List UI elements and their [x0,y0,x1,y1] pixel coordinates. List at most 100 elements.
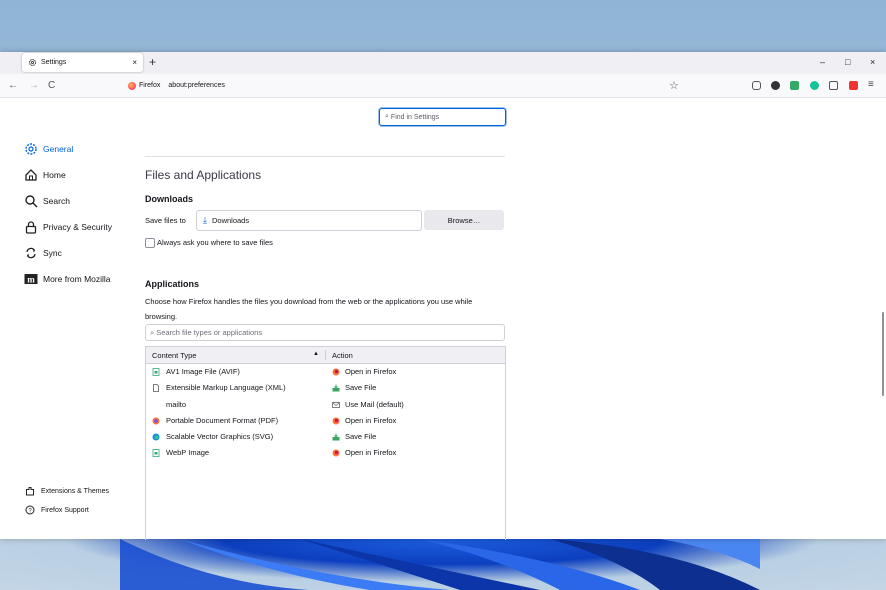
action-label: Use Mail (default) [345,399,404,409]
content-type-label: mailto [166,399,187,409]
column-action[interactable]: Action [332,351,353,360]
new-tab-button[interactable]: + [149,55,156,69]
minimize-button[interactable]: – [820,57,825,67]
image-file-icon [152,368,160,376]
browser-window: Settings × + – □ × ← → C Firefox about:p… [0,52,886,540]
file-type-search-input[interactable]: ⌕ Search file types or applications [145,324,505,341]
table-row[interactable]: Portable Document Format (PDF) Open in F… [146,413,505,429]
sidebar-item-privacy[interactable]: Privacy & Security [24,220,112,234]
page-scrollbar[interactable] [882,312,884,396]
extension-icon[interactable] [829,81,838,90]
firefox-icon [332,417,340,425]
url-brand: Firefox [139,82,161,89]
browse-button[interactable]: Browse… [424,210,504,230]
sidebar-item-label: Home [43,170,66,180]
column-separator [325,350,326,360]
table-row[interactable]: WebP Image Open in Firefox [146,445,505,461]
firefox-icon [332,368,340,376]
url-text: about:preferences [168,82,225,89]
content-type-label: Extensible Markup Language (XML) [166,383,286,393]
save-files-label: Save files to [145,216,186,225]
table-row[interactable]: AV1 Image File (AVIF) Open in Firefox [146,364,505,380]
applications-heading: Applications [145,279,200,289]
tab-bar: Settings × + – □ × [0,52,886,74]
bookmark-star-icon[interactable]: ☆ [669,79,679,92]
table-row[interactable]: Scalable Vector Graphics (SVG) Save File [146,429,505,445]
extension-icon[interactable] [790,81,799,90]
forward-button[interactable]: → [29,80,39,91]
image-file-icon [152,449,160,458]
sidebar-firefox-support[interactable]: ? Firefox Support [25,505,89,515]
pdf-icon [152,417,160,425]
sidebar-item-label: Privacy & Security [43,222,112,232]
search-icon [25,195,38,208]
action-label: Open in Firefox [345,448,397,458]
firefox-icon [332,449,340,457]
content-type-label: WebP Image [166,448,210,458]
document-icon [153,384,159,393]
content-type-label: AV1 Image File (AVIF) [166,367,240,376]
edge-icon [152,433,160,441]
column-content-type[interactable]: Content Type [152,351,196,360]
home-icon [25,169,37,181]
reload-button[interactable]: C [48,80,55,91]
file-type-search-placeholder: Search file types or applications [156,328,263,337]
sidebar-extensions-themes[interactable]: Extensions & Themes [25,486,109,496]
menu-icon[interactable]: ≡ [868,79,874,90]
sidebar-item-label: Sync [43,248,62,258]
always-ask-label: Always ask you where to save files [157,238,273,247]
sidebar-item-home[interactable]: Home [24,168,66,182]
account-icon[interactable] [771,81,780,90]
save-file-icon [332,433,340,441]
download-folder-value: Downloads [211,216,250,225]
action-label: Open in Firefox [345,367,397,376]
tab-title: Settings [41,59,67,66]
search-icon: ⌕ [385,113,389,120]
sidebar-item-general[interactable]: General [24,142,73,156]
url-bar[interactable]: Firefox about:preferences [128,78,688,93]
puzzle-icon [26,487,34,496]
sidebar-footer-label: Firefox Support [41,506,89,514]
sidebar-item-sync[interactable]: Sync [24,246,62,260]
section-title: Files and Applications [145,168,262,182]
content-type-label: Scalable Vector Graphics (SVG) [166,432,274,442]
search-icon: ⌕ [150,327,155,337]
sidebar-item-more-from-mozilla[interactable]: m More from Mozilla [24,272,111,286]
sidebar-item-label: Search [43,196,70,206]
content-type-label: Portable Document Format (PDF) [166,415,279,425]
close-window-button[interactable]: × [870,57,875,67]
search-placeholder: Find in Settings [390,113,440,121]
action-label: Save File [345,383,377,393]
wallpaper-bloom [120,539,760,590]
grammarly-icon[interactable] [810,81,819,90]
table-row[interactable]: mailto Use Mail (default) [146,397,505,413]
sidebar-item-label: More from Mozilla [43,274,111,284]
pocket-icon[interactable] [752,81,761,90]
extension-icon[interactable] [849,81,858,90]
download-folder-field[interactable]: ⤓ Downloads [196,210,422,231]
applications-description: Choose how Firefox handles the files you… [145,297,473,321]
maximize-button[interactable]: □ [845,57,850,67]
svg-text:m: m [27,275,35,285]
action-label: Save File [345,432,377,442]
gear-icon [28,58,37,67]
applications-table: Content Type ▲ Action AV1 Image File (AV… [145,346,506,540]
sort-ascending-icon: ▲ [313,351,319,357]
sync-icon [26,247,36,259]
always-ask-checkbox[interactable] [145,238,155,248]
table-row[interactable]: Extensible Markup Language (XML) Save Fi… [146,380,505,396]
download-arrow-icon: ⤓ [203,215,207,225]
sidebar-item-label: General [43,144,74,154]
section-divider [145,156,505,157]
search-input[interactable]: ⌕ Find in Settings [379,108,506,126]
tab-close-icon[interactable]: × [132,58,137,67]
firefox-logo-icon [128,81,136,90]
sidebar-item-search[interactable]: Search [24,194,70,208]
tab-settings[interactable]: Settings × [22,53,143,72]
save-file-icon [332,384,340,392]
downloads-heading: Downloads [145,194,194,204]
navigation-bar: ← → C Firefox about:preferences ☆ ≡ [0,74,886,98]
settings-page: ⌕ Find in Settings General Home Search P… [0,98,886,540]
help-icon: ? [25,505,35,515]
back-button[interactable]: ← [8,80,18,91]
